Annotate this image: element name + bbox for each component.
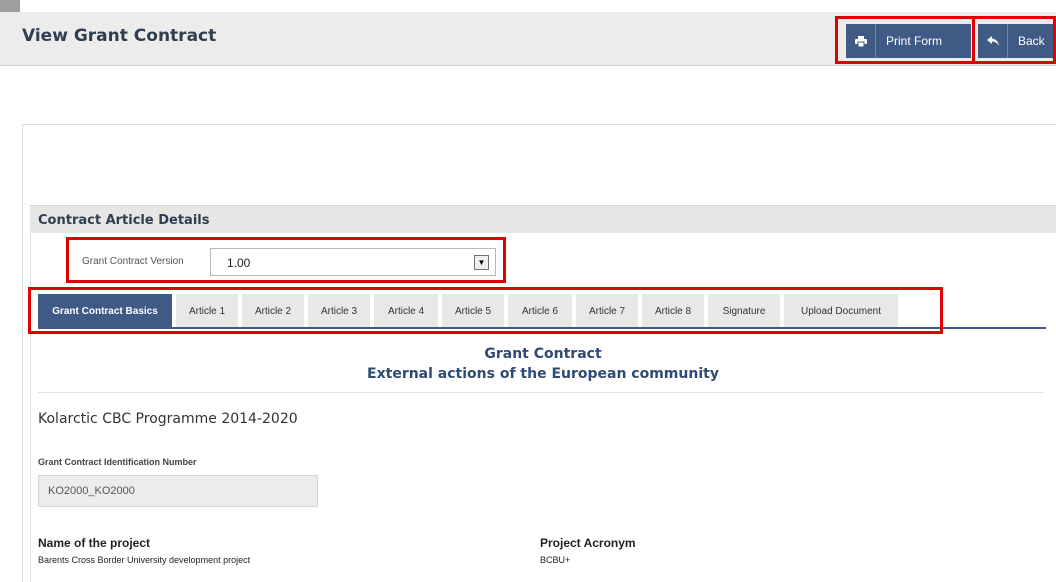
section-header: Contract Article Details — [30, 205, 1056, 233]
highlight-box-buttons — [835, 16, 1056, 64]
highlight-divider — [972, 16, 975, 64]
highlight-box-version — [66, 237, 506, 283]
top-left-strip — [0, 0, 20, 12]
contract-id-label: Grant Contract Identification Number — [38, 457, 197, 467]
section-title: Contract Article Details — [38, 213, 210, 228]
contract-id-field[interactable]: KO2000_KO2000 — [38, 475, 318, 507]
project-name-label: Name of the project — [38, 536, 151, 550]
programme-name: Kolarctic CBC Programme 2014-2020 — [38, 411, 298, 427]
divider — [38, 392, 1044, 393]
contract-title-line2: External actions of the European communi… — [367, 366, 719, 382]
contract-heading: Grant Contract External actions of the E… — [40, 344, 1046, 384]
page-title: View Grant Contract — [22, 26, 217, 46]
highlight-box-tabs — [28, 287, 943, 334]
contract-id-value: KO2000_KO2000 — [48, 485, 135, 497]
contract-title-line1: Grant Contract — [484, 346, 602, 362]
project-acronym-value: BCBU+ — [540, 555, 571, 565]
project-name-value: Barents Cross Border University developm… — [38, 555, 251, 565]
project-acronym-label: Project Acronym — [540, 536, 636, 550]
section-body — [30, 233, 1056, 582]
